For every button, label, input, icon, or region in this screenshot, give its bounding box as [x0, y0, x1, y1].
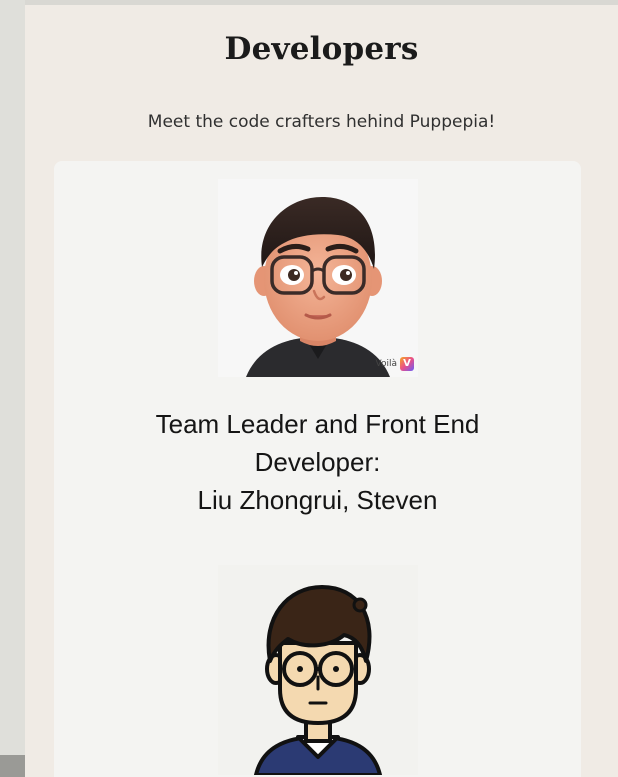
developer-role-line-2: Developer:: [254, 447, 381, 477]
developer-avatar-1: Voilà V: [218, 179, 418, 377]
avatar-3d-man-glasses-icon: [246, 197, 390, 377]
voila-logo-icon: V: [400, 357, 414, 371]
developer-avatar-2: [218, 565, 418, 777]
developers-section: Developers Meet the code crafters hehind…: [25, 5, 618, 777]
scroll-stub: [0, 755, 25, 777]
developer-card: Voilà V Team Leader and Front End Develo…: [54, 161, 581, 777]
watermark-text: Voilà: [375, 359, 397, 369]
section-title: Developers: [224, 31, 419, 67]
background-strip: [0, 0, 25, 777]
developer-role-line-1: Team Leader and Front End: [155, 409, 480, 439]
voila-watermark: Voilà V: [376, 357, 414, 371]
avatar-cartoon-man-glasses-icon: [253, 585, 383, 777]
page-frame: Developers Meet the code crafters hehind…: [0, 0, 618, 777]
developer-name: Liu Zhongrui, Steven: [197, 485, 438, 515]
section-subtitle: Meet the code crafters hehind Puppepia!: [147, 112, 496, 132]
developer-role-name: Team Leader and Front End Developer: Liu…: [54, 405, 581, 519]
